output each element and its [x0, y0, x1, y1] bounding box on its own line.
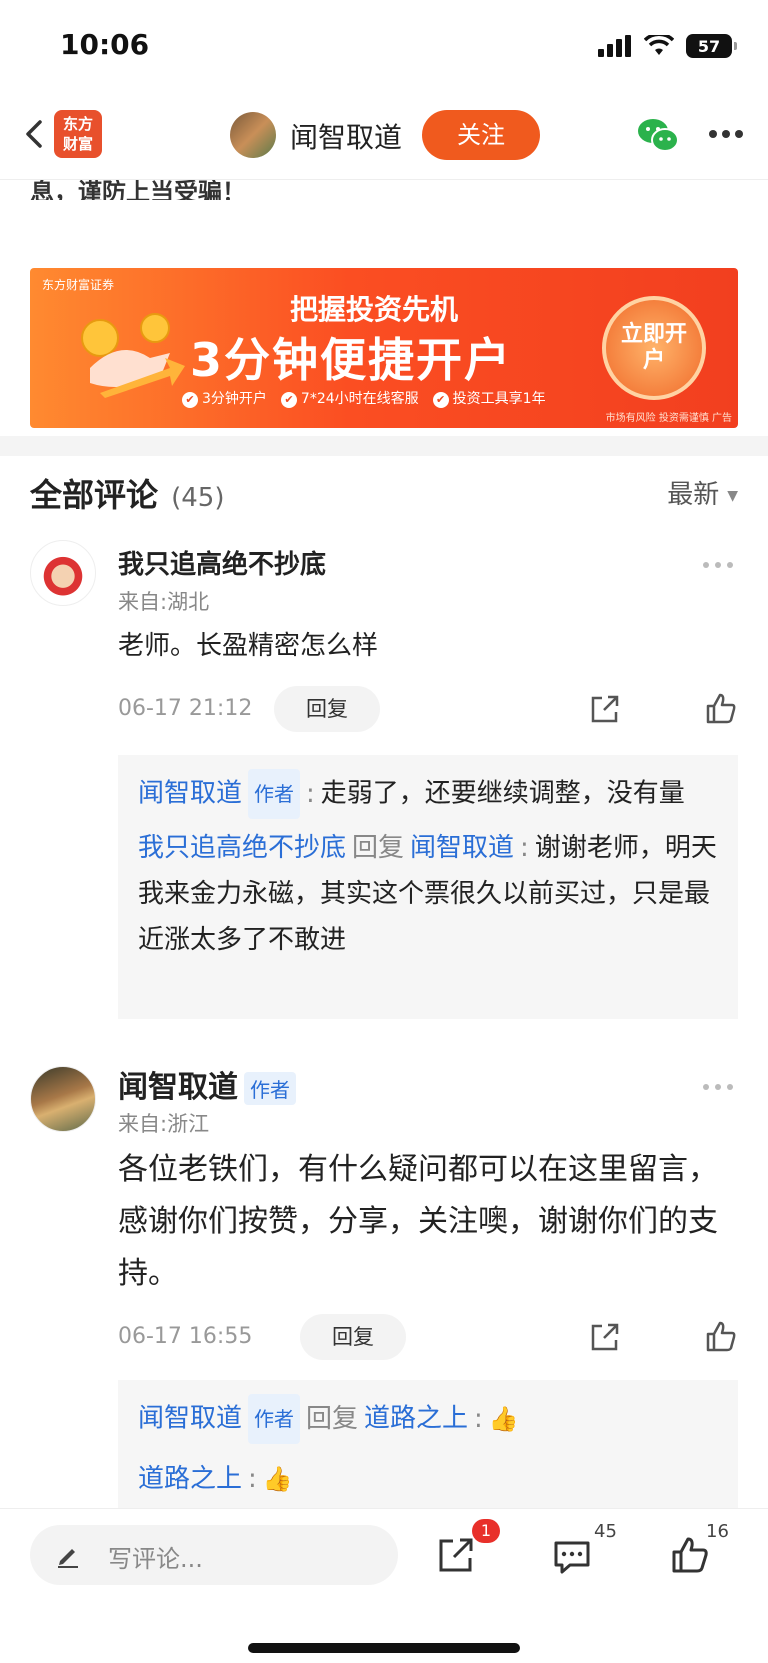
reply-separator: :	[306, 778, 315, 809]
comment-username[interactable]: 我只追高绝不抄底	[118, 544, 326, 581]
comment-count: 45	[594, 1521, 617, 1542]
avatar[interactable]	[30, 1066, 96, 1132]
reply-word: 回复	[306, 1403, 359, 1434]
comments-count: (45)	[171, 483, 225, 513]
reply-thread: 闻智取道 作者 回复 道路之上: 👍 道路之上: 👍	[118, 1380, 738, 1510]
coin-hand-icon	[81, 313, 185, 398]
ad-disclaimer: 市场有风险 投资需谨慎 广告	[605, 413, 732, 424]
reply-item[interactable]: 我只追高绝不抄底 回复 闻智取道: 谢谢老师，明天我来金力永磁，其实这个票很久以前买过…	[138, 825, 718, 963]
status-icons: 57	[598, 34, 737, 58]
ad-banner[interactable]: 东方财富证券 把握投资先机 3分钟便捷开户 3分钟开户 7*24小时在线客服 投…	[30, 268, 738, 428]
like-icon[interactable]	[704, 1320, 738, 1354]
status-time: 10:06	[60, 28, 150, 61]
back-icon[interactable]	[16, 114, 56, 154]
share-badge: 1	[472, 1519, 500, 1543]
comment-text: 老师。长盈精密怎么样	[118, 631, 379, 661]
comment-input-placeholder: 写评论...	[108, 1545, 203, 1573]
wechat-icon[interactable]	[636, 116, 680, 156]
logo-line2: 财富	[62, 135, 93, 153]
comment-username[interactable]: 闻智取道	[118, 1070, 238, 1105]
reply-word: 回复	[352, 833, 405, 863]
reply-author[interactable]: 闻智取道	[138, 779, 242, 809]
reply-author[interactable]: 我只追高绝不抄底	[138, 833, 346, 863]
like-count: 16	[706, 1521, 729, 1542]
reply-author[interactable]: 闻智取道	[138, 1404, 242, 1434]
thumbs-up-emoji-icon: 👍	[488, 1404, 519, 1433]
ad-headline: 3分钟便捷开户	[190, 333, 513, 387]
wifi-icon	[644, 35, 674, 55]
comments-title: 全部评论	[30, 476, 159, 514]
logo-line1: 东方	[62, 115, 93, 133]
reply-target[interactable]: 闻智取道	[410, 833, 514, 863]
comment-more-icon[interactable]	[702, 1082, 734, 1092]
comment-more-icon[interactable]	[702, 560, 734, 570]
ad-open-account-button[interactable]: 立即开户	[602, 296, 706, 400]
comment-time: 06-17 21:12	[118, 696, 253, 721]
signal-icon	[598, 35, 631, 57]
share-icon[interactable]	[588, 1320, 622, 1354]
author-badge: 作者	[248, 1394, 301, 1444]
thumbs-up-emoji-icon: 👍	[262, 1465, 293, 1493]
reply-button[interactable]: 回复	[300, 1314, 406, 1360]
reply-item[interactable]: 闻智取道 作者 回复 道路之上: 👍	[138, 1394, 718, 1444]
reply-button[interactable]: 回复	[274, 686, 380, 732]
comment-icon[interactable]	[552, 1537, 592, 1577]
author-avatar[interactable]	[230, 112, 276, 158]
reply-separator: :	[248, 1464, 257, 1494]
comment-time: 06-17 16:55	[118, 1324, 253, 1349]
author-badge: 作者	[248, 769, 301, 819]
follow-button[interactable]: 关注	[422, 110, 540, 160]
reply-separator: :	[520, 833, 529, 863]
nav-bar: 东方 财富 闻智取道 关注	[0, 100, 768, 180]
home-indicator	[248, 1643, 520, 1653]
like-icon[interactable]	[704, 692, 738, 726]
battery-icon: 57	[686, 34, 737, 58]
status-bar: 10:06 57	[0, 0, 768, 96]
share-icon[interactable]	[588, 692, 622, 726]
ad-feature: 投资工具享1年	[433, 388, 546, 408]
author-badge: 作者	[244, 1072, 296, 1105]
comment-location: 来自:浙江	[118, 1112, 210, 1136]
reply-target[interactable]: 道路之上	[364, 1404, 468, 1434]
sort-dropdown[interactable]: 最新	[667, 474, 738, 511]
reply-separator: :	[474, 1403, 483, 1434]
reply-item[interactable]: 闻智取道 作者: 走弱了，还要继续调整，没有量	[138, 769, 718, 819]
avatar[interactable]	[30, 540, 96, 606]
comment-username-row: 闻智取道 作者	[118, 1062, 296, 1106]
comment-text: 各位老铁们，有什么疑问都可以在这里留言， 感谢你们按赞，分享，关注噢，谢谢你们的…	[118, 1152, 718, 1291]
bottom-action-bar: 写评论... 1 45 16	[0, 1508, 768, 1663]
comments-header: 全部评论 (45) 最新	[30, 470, 738, 516]
ad-feature: 3分钟开户	[182, 388, 267, 408]
ad-feature: 7*24小时在线客服	[281, 388, 419, 408]
reply-text: 走弱了，还要继续调整，没有量	[320, 778, 685, 809]
comment-input[interactable]: 写评论...	[30, 1525, 398, 1585]
section-divider	[0, 436, 768, 456]
comment-location: 来自:湖北	[118, 590, 210, 614]
ad-brand: 东方财富证券	[42, 278, 115, 292]
reply-thread: 闻智取道 作者: 走弱了，还要继续调整，没有量 我只追高绝不抄底 回复 闻智取道: 谢谢老…	[118, 755, 738, 1019]
app-logo[interactable]: 东方 财富	[54, 110, 102, 158]
more-icon[interactable]	[708, 128, 744, 140]
pencil-icon	[58, 1549, 78, 1568]
ad-title: 把握投资先机	[290, 293, 459, 326]
share-icon[interactable]	[436, 1535, 476, 1575]
author-name[interactable]: 闻智取道	[290, 116, 402, 156]
reply-item[interactable]: 道路之上: 👍	[138, 1456, 718, 1502]
ad-features: 3分钟开户 7*24小时在线客服 投资工具享1年	[182, 388, 546, 408]
reply-author[interactable]: 道路之上	[138, 1464, 242, 1494]
like-icon[interactable]	[670, 1535, 710, 1575]
